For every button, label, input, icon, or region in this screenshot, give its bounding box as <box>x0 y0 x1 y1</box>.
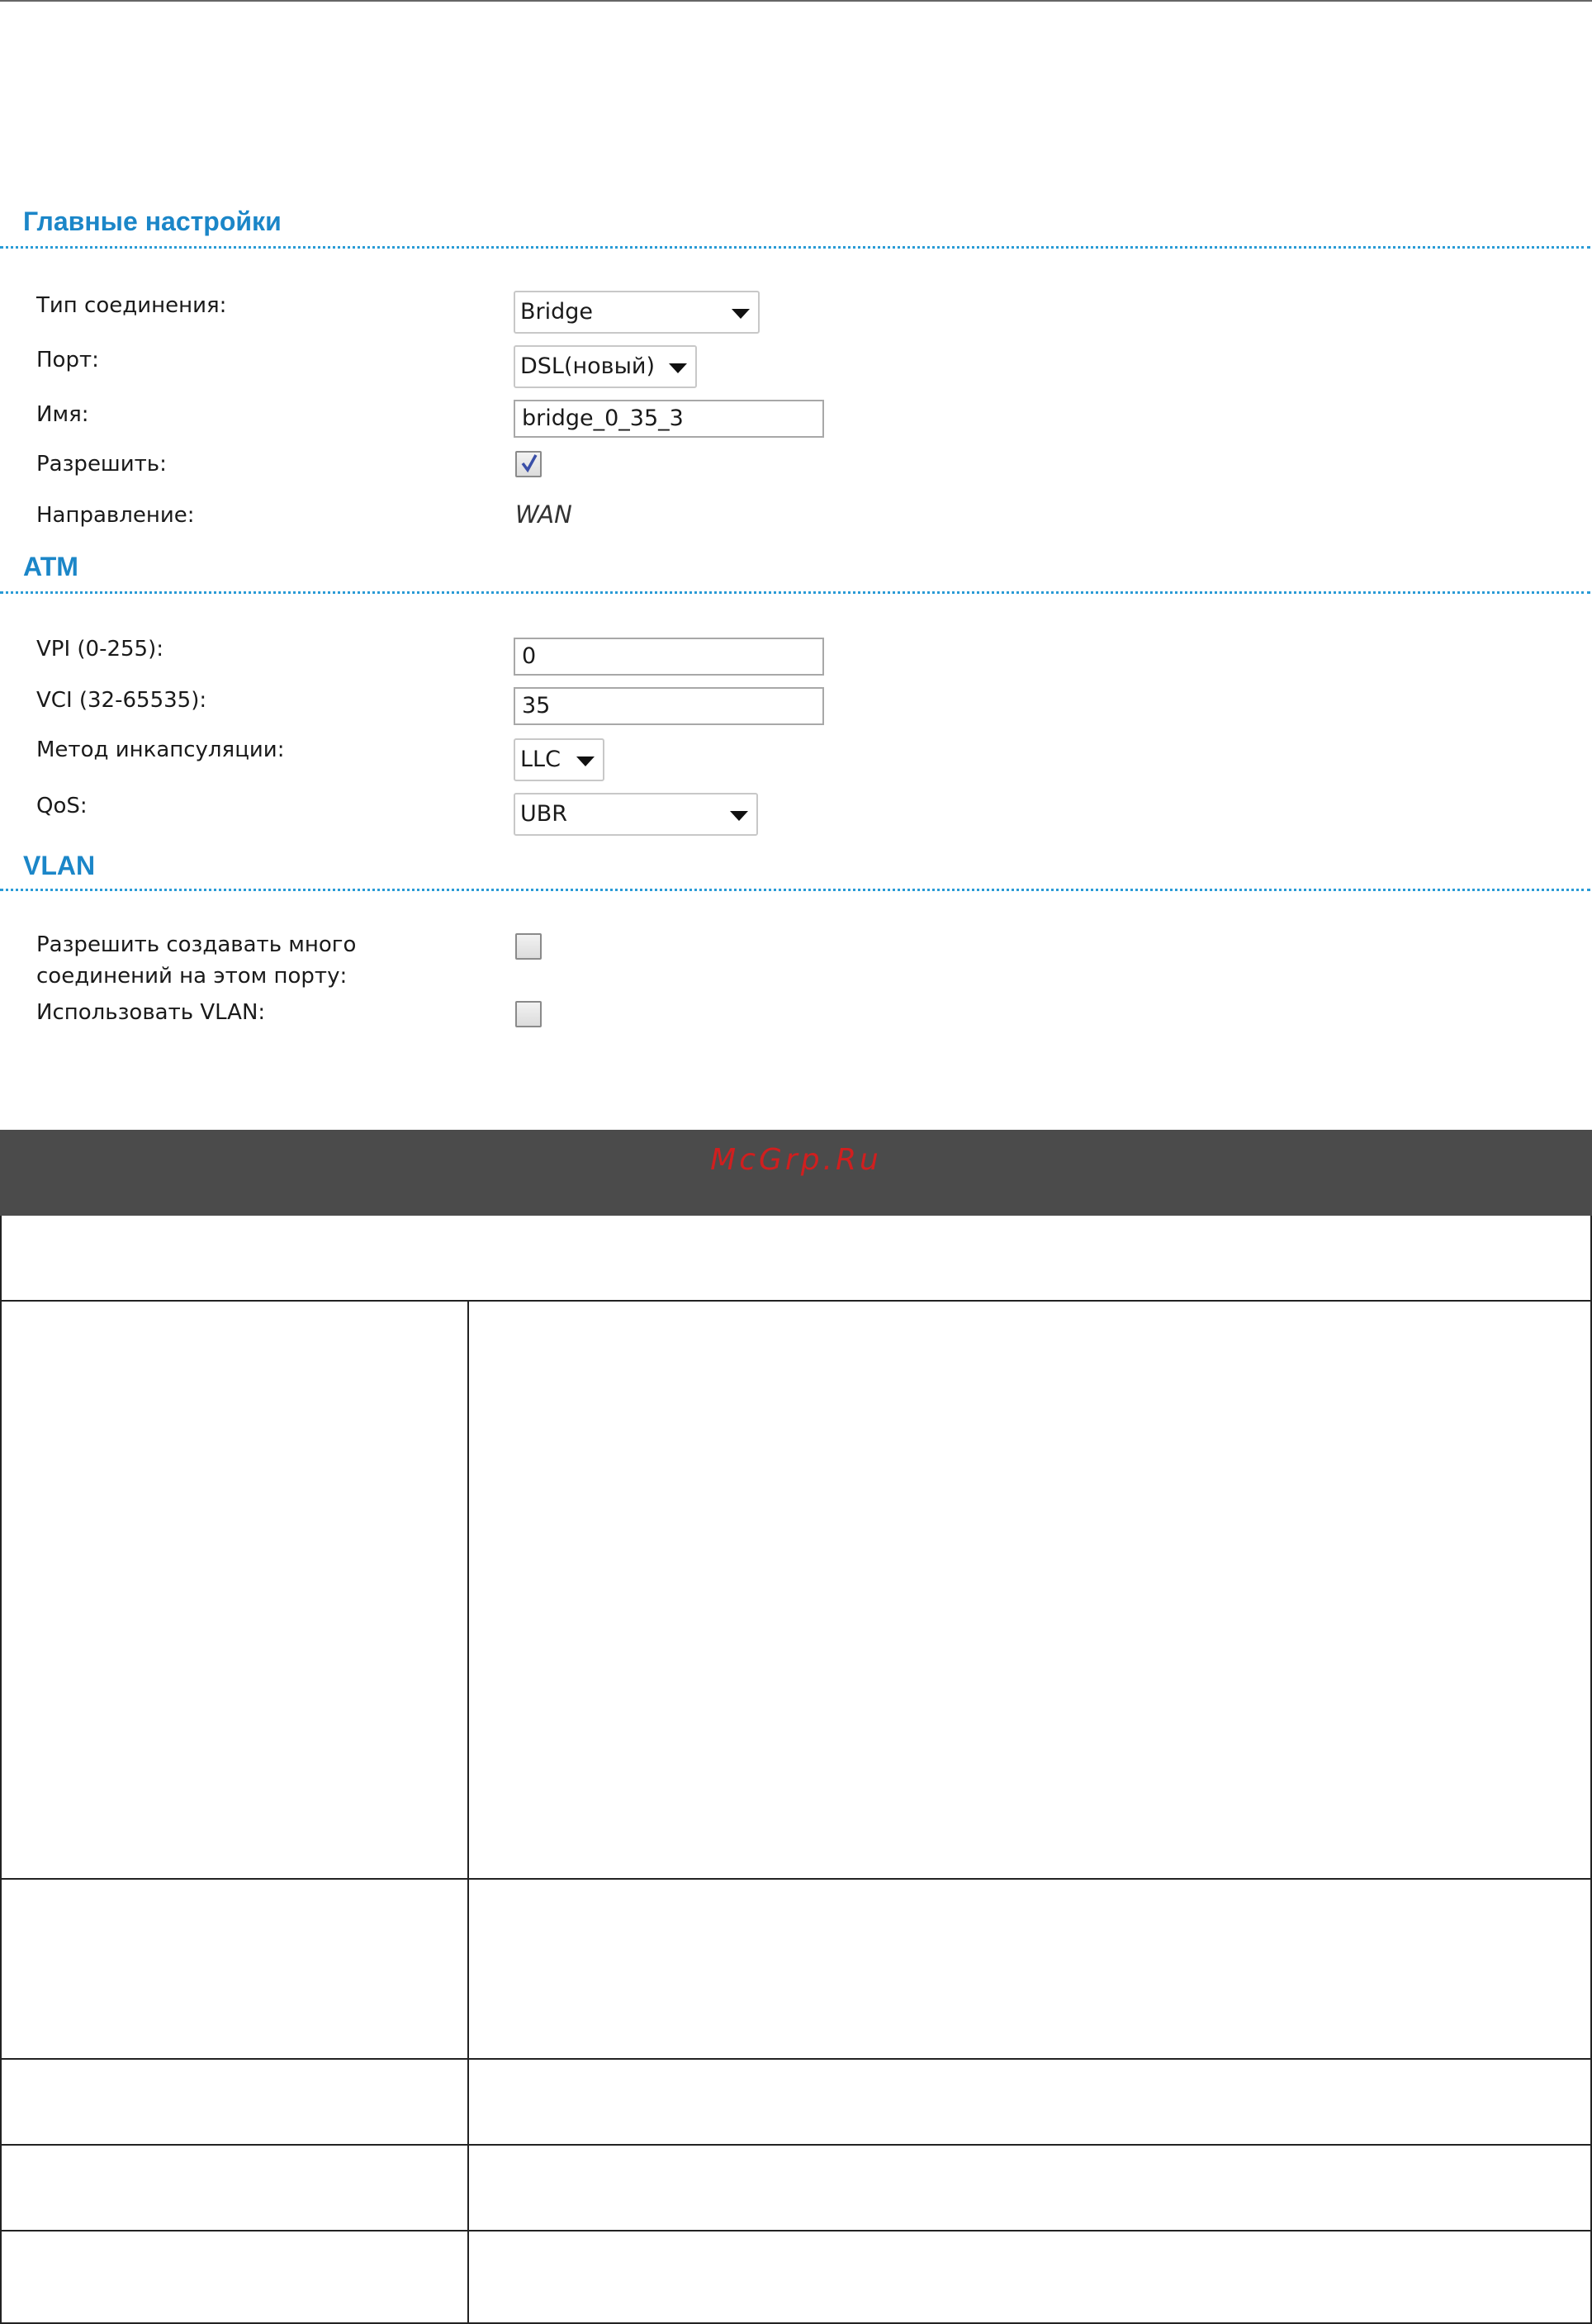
chevron-down-icon <box>576 756 595 766</box>
chevron-down-icon <box>732 309 750 319</box>
qos-select[interactable]: UBR <box>514 793 758 836</box>
qos-label: QoS: <box>36 794 88 818</box>
section-divider <box>0 591 1590 594</box>
use-vlan-checkbox[interactable] <box>515 1001 542 1027</box>
name-input[interactable]: bridge_0_35_3 <box>514 400 824 438</box>
connection-type-label: Тип соединения: <box>36 293 227 318</box>
connection-type-select[interactable]: Bridge <box>514 291 760 334</box>
description-table <box>0 1216 1592 2324</box>
vpi-input[interactable]: 0 <box>514 638 824 676</box>
table-row-divider <box>0 2144 1592 2146</box>
chevron-down-icon <box>730 811 748 821</box>
use-vlan-label: Использовать VLAN: <box>36 1000 266 1025</box>
multi-connections-checkbox[interactable] <box>515 933 542 960</box>
table-row-divider <box>0 1300 1592 1302</box>
chevron-down-icon <box>669 363 687 373</box>
name-label: Имя: <box>36 402 89 427</box>
multi-connections-label-line1: Разрешить создавать много <box>36 932 357 957</box>
table-column-divider <box>467 1300 469 2324</box>
encapsulation-label: Метод инкапсуляции: <box>36 738 285 762</box>
direction-value: WAN <box>515 500 572 529</box>
direction-label: Направление: <box>36 503 195 528</box>
port-label: Порт: <box>36 348 99 372</box>
connection-type-value: Bridge <box>520 299 594 325</box>
encapsulation-select[interactable]: LLC <box>514 738 604 781</box>
checkmark-icon <box>521 454 538 473</box>
encapsulation-value: LLC <box>520 747 561 772</box>
watermark: McGrp.Ru <box>710 1143 882 1177</box>
section-title-vlan: VLAN <box>23 851 96 880</box>
enable-label: Разрешить: <box>36 452 167 477</box>
multi-connections-label-line2: соединений на этом порту: <box>36 964 348 989</box>
top-rule <box>0 0 1592 2</box>
section-title-atm: ATM <box>23 552 78 581</box>
section-divider <box>0 889 1590 891</box>
vci-label: VCI (32-65535): <box>36 688 207 713</box>
section-title-main: Главные настройки <box>23 206 282 236</box>
enable-checkbox[interactable] <box>515 451 542 477</box>
vpi-label: VPI (0-255): <box>36 637 163 662</box>
section-divider <box>0 246 1590 249</box>
table-row-divider <box>0 2230 1592 2232</box>
port-select[interactable]: DSL(новый) <box>514 345 697 388</box>
table-row-divider <box>0 2058 1592 2060</box>
vci-input[interactable]: 35 <box>514 687 824 725</box>
table-row-divider <box>0 1878 1592 1880</box>
port-value: DSL(новый) <box>520 353 655 379</box>
qos-value: UBR <box>520 801 568 827</box>
